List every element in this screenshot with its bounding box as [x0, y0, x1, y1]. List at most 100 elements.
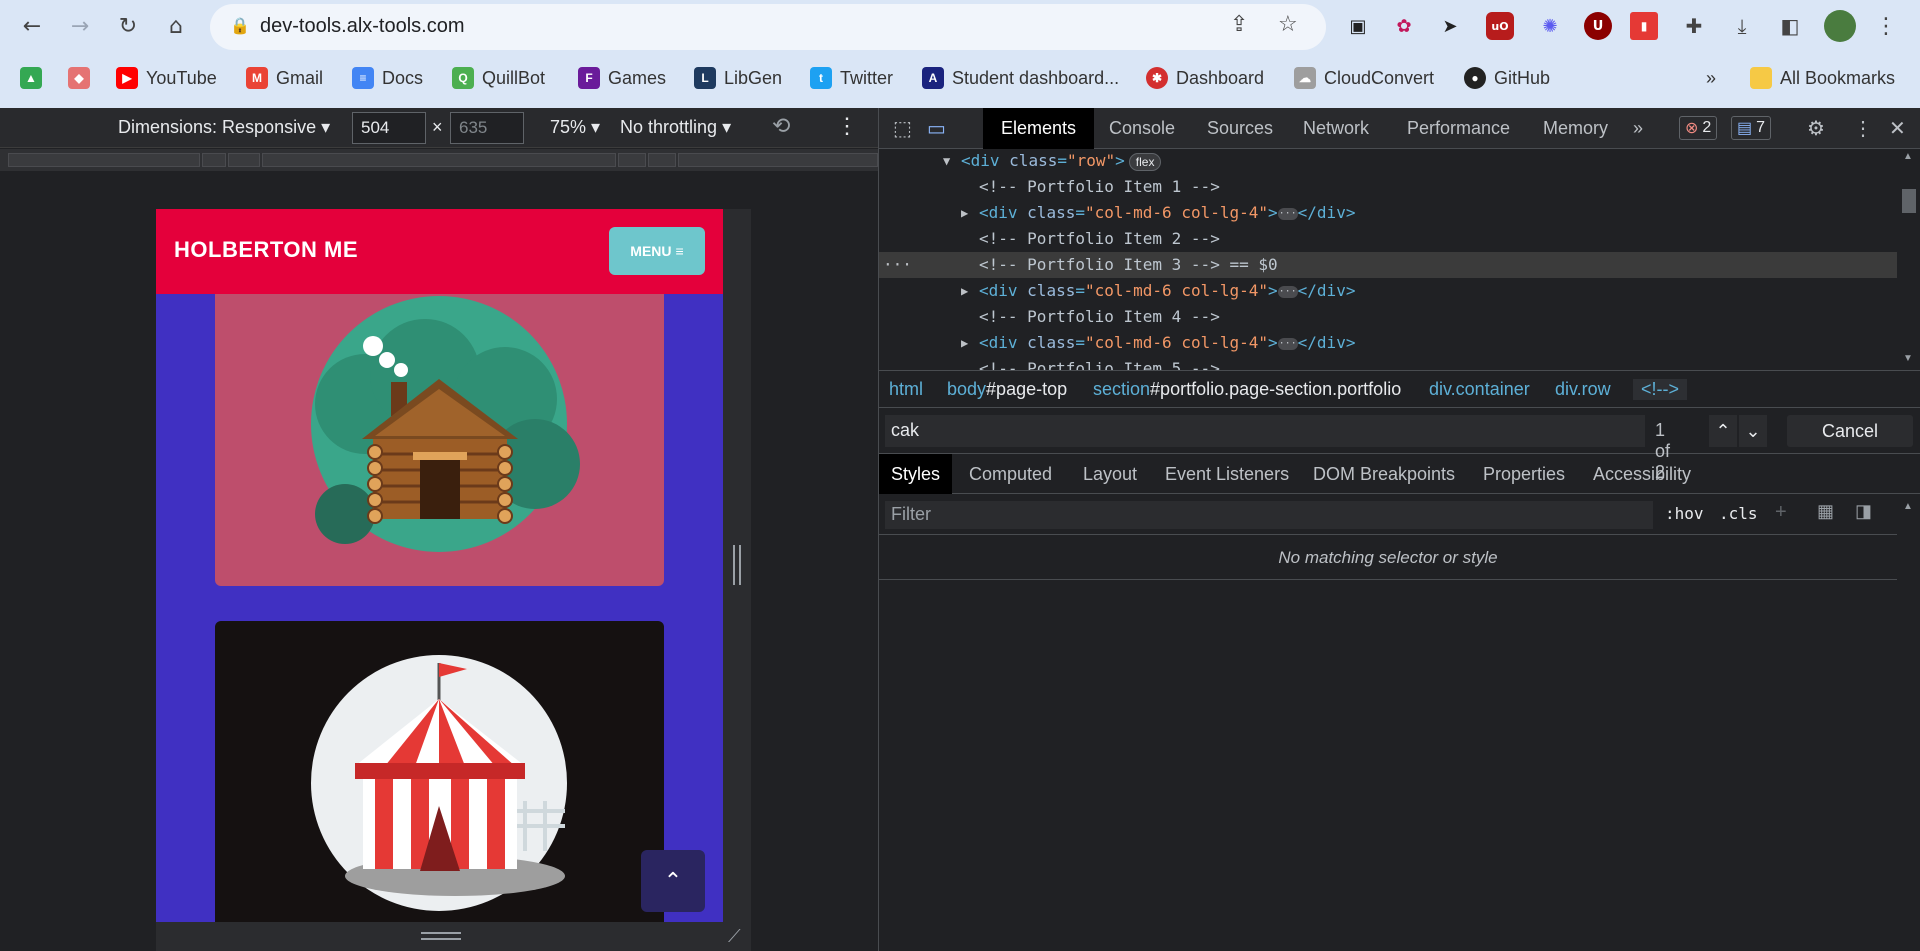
throttling-dropdown[interactable]: No throttling ▾ — [620, 117, 731, 138]
flex-badge[interactable]: flex — [1128, 152, 1162, 171]
tab-computed[interactable]: Computed — [969, 454, 1052, 494]
bookmark-cloudconvert[interactable]: ☁ CloudConvert — [1294, 60, 1434, 96]
back-icon[interactable]: ← — [14, 8, 50, 44]
tab-elements[interactable]: Elements — [983, 108, 1095, 149]
extensions-puzzle-icon[interactable]: ✚ — [1680, 12, 1708, 40]
width-input[interactable]: 504 — [352, 112, 426, 144]
dom-node-element[interactable]: ▼ <div class="row"> flex — [879, 149, 1897, 174]
more-bookmarks-button[interactable]: » — [1706, 60, 1716, 96]
media-segment[interactable] — [618, 153, 646, 167]
cursor-extension-icon[interactable]: ➤ — [1436, 12, 1464, 40]
dimensions-dropdown[interactable]: Dimensions: Responsive ▾ — [118, 117, 330, 138]
bookmark-games[interactable]: F Games — [578, 60, 666, 96]
scroll-to-top-button[interactable]: ⌃ — [641, 850, 705, 912]
dom-node-comment[interactable]: <!-- Portfolio Item 2 --> — [879, 226, 1897, 252]
toggle-sidebar-icon[interactable]: ◨ — [1855, 501, 1872, 522]
sparkle-extension-icon[interactable]: ✺ — [1536, 12, 1564, 40]
zoom-dropdown[interactable]: 75% ▾ — [550, 117, 600, 138]
picture-in-picture-icon[interactable]: ▣ — [1344, 12, 1372, 40]
dom-node-element[interactable]: ▶ <div class="col-md-6 col-lg-4">···</div… — [879, 200, 1897, 226]
extension-colorful-icon[interactable]: ✿ — [1390, 12, 1418, 40]
app-bookmark[interactable]: ◆ — [68, 60, 90, 96]
media-query-bar[interactable] — [0, 149, 878, 171]
tab-event-listeners[interactable]: Event Listeners — [1165, 454, 1289, 494]
more-tabs-icon[interactable]: » — [1629, 108, 1647, 149]
ublock-icon[interactable]: uO — [1486, 12, 1514, 40]
dom-node-element[interactable]: ▶ <div class="col-md-6 col-lg-4">···</div… — [879, 278, 1897, 304]
portfolio-item-cabin[interactable] — [215, 294, 664, 586]
hov-toggle[interactable]: :hov — [1665, 504, 1704, 523]
forward-icon[interactable]: → — [62, 8, 98, 44]
url-text[interactable]: dev-tools.alx-tools.com — [260, 15, 465, 38]
download-icon[interactable]: ⤓ — [1728, 12, 1756, 40]
new-rule-plus-icon[interactable]: + — [1775, 501, 1787, 524]
reload-icon[interactable]: ↻ — [110, 8, 146, 44]
search-next-icon[interactable]: ⌄ — [1739, 415, 1767, 447]
expand-triangle-icon[interactable]: ▶ — [961, 200, 968, 226]
tab-memory[interactable]: Memory — [1539, 108, 1612, 149]
bookmark-student-dashboard[interactable]: A Student dashboard... — [922, 60, 1119, 96]
styles-scroll-up-icon[interactable]: ▲ — [1903, 501, 1913, 512]
media-segment[interactable] — [262, 153, 616, 167]
node-actions-icon[interactable]: ··· — [883, 252, 912, 278]
tab-layout[interactable]: Layout — [1083, 454, 1137, 494]
tab-console[interactable]: Console — [1105, 108, 1179, 149]
google-drive-bookmark[interactable]: ▲ — [20, 60, 42, 96]
height-resize-handle[interactable] — [421, 932, 461, 940]
media-segment[interactable] — [648, 153, 676, 167]
portfolio-item-circus[interactable] — [215, 621, 664, 922]
tab-dom-breakpoints[interactable]: DOM Breakpoints — [1313, 454, 1455, 494]
messages-badge[interactable]: ▤ 7 — [1731, 116, 1772, 140]
search-input[interactable]: cak 1 of 2 — [885, 415, 1670, 482]
height-input[interactable]: 635 — [450, 112, 524, 144]
crumb-comment[interactable]: <!--> — [1633, 379, 1688, 400]
search-prev-icon[interactable]: ⌃ — [1709, 415, 1737, 447]
crumb-container[interactable]: div.container — [1429, 379, 1530, 400]
customize-menu-icon[interactable]: ⋮ — [1849, 108, 1877, 149]
device-options-icon[interactable]: ⋮ — [836, 113, 858, 139]
collapse-triangle-icon[interactable]: ▼ — [943, 149, 950, 174]
tab-network[interactable]: Network — [1299, 108, 1373, 149]
search-cancel-button[interactable]: Cancel — [1787, 415, 1913, 447]
scroll-up-icon[interactable]: ▲ — [1903, 151, 1913, 162]
rotate-icon[interactable]: ⟲ — [772, 113, 790, 139]
dom-node-comment[interactable]: <!-- Portfolio Item 4 --> — [879, 304, 1897, 330]
corner-resize-icon[interactable]: ⟋ — [728, 926, 741, 947]
styles-scrollbar[interactable]: ▲ — [1897, 495, 1920, 951]
collapsed-children-icon[interactable]: ··· — [1277, 337, 1298, 350]
bookmark-dashboard[interactable]: ✱ Dashboard — [1146, 60, 1264, 96]
tab-performance[interactable]: Performance — [1403, 108, 1514, 149]
inspect-element-icon[interactable]: ⬚ — [889, 108, 916, 149]
paint-brush-icon[interactable]: ▦ — [1817, 501, 1834, 522]
scroll-down-icon[interactable]: ▼ — [1903, 353, 1913, 364]
address-bar[interactable]: 🔒 dev-tools.alx-tools.com ⇪ ☆ — [210, 4, 1326, 50]
styles-filter-input[interactable]: Filter — [885, 501, 1653, 529]
bookmark-gmail[interactable]: M Gmail — [246, 60, 323, 96]
device-toggle-icon[interactable]: ▭ — [923, 108, 950, 149]
share-icon[interactable]: ⇪ — [1230, 12, 1248, 37]
shield-extension-icon[interactable]: U — [1584, 12, 1612, 40]
media-segment[interactable] — [228, 153, 260, 167]
bookmark-docs[interactable]: ≡ Docs — [352, 60, 423, 96]
crumb-body[interactable]: body#page-top — [947, 379, 1067, 400]
crumb-row[interactable]: div.row — [1555, 379, 1611, 400]
tab-accessibility[interactable]: Accessibility — [1593, 454, 1691, 494]
scroll-thumb[interactable] — [1902, 189, 1916, 213]
crumb-section[interactable]: section#portfolio.page-section.portfolio — [1093, 379, 1401, 400]
bookmark-quillbot[interactable]: Q QuillBot — [452, 60, 545, 96]
dom-node-comment[interactable]: <!-- Portfolio Item 1 --> — [879, 174, 1897, 200]
profile-avatar[interactable] — [1824, 10, 1856, 42]
settings-gear-icon[interactable]: ⚙ — [1803, 108, 1829, 149]
dom-node-element[interactable]: ▶ <div class="col-md-6 col-lg-4">···</div… — [879, 330, 1897, 356]
collapsed-children-icon[interactable]: ··· — [1277, 207, 1298, 220]
tab-properties[interactable]: Properties — [1483, 454, 1565, 494]
site-brand[interactable]: HOLBERTON ME — [174, 237, 358, 263]
tab-sources[interactable]: Sources — [1203, 108, 1277, 149]
viewport-bottom-strip[interactable] — [156, 922, 751, 951]
media-segment[interactable] — [8, 153, 200, 167]
side-panel-icon[interactable]: ◧ — [1776, 12, 1804, 40]
close-devtools-icon[interactable]: ✕ — [1885, 108, 1910, 149]
bookmark-libgen[interactable]: L LibGen — [694, 60, 782, 96]
dom-tree-scrollbar[interactable]: ▲ ▼ — [1897, 149, 1920, 370]
bookmark-github[interactable]: ● GitHub — [1464, 60, 1550, 96]
